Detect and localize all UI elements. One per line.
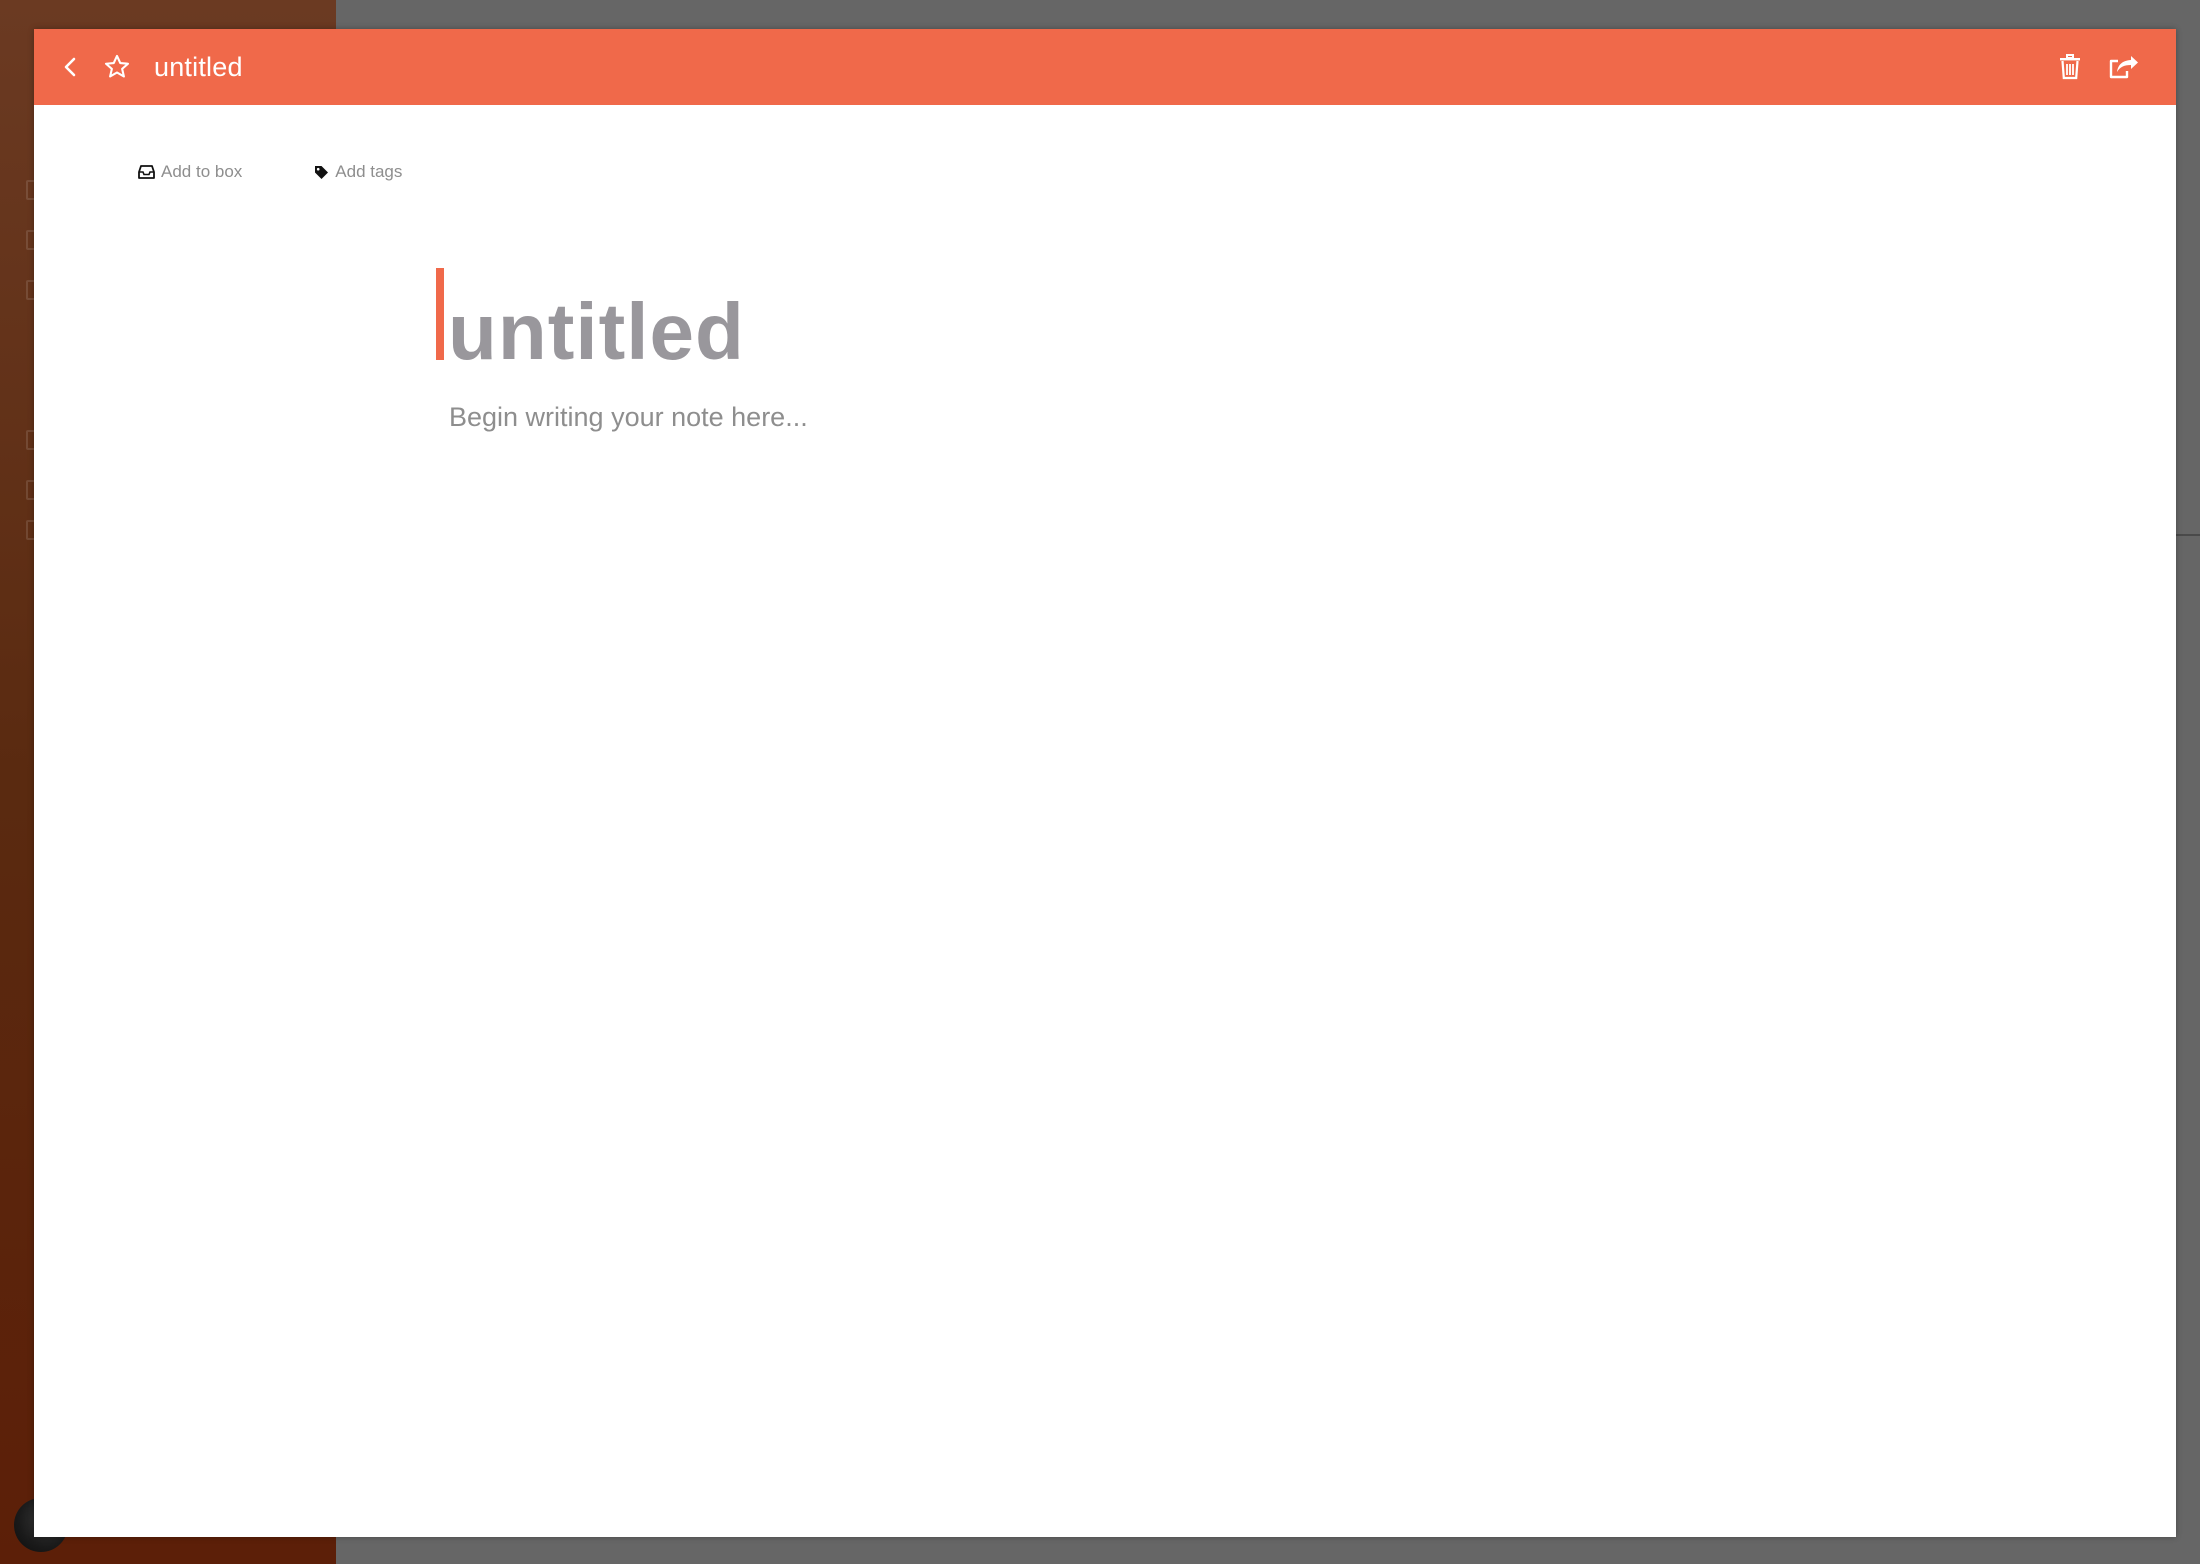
share-button[interactable]	[2100, 29, 2148, 105]
trash-icon	[2060, 54, 2080, 80]
note-body-input[interactable]: Begin writing your note here...	[449, 404, 808, 431]
editor-topbar: untitled	[34, 29, 2176, 105]
text-cursor	[436, 268, 444, 360]
tag-icon	[315, 165, 329, 179]
add-to-box-label: Add to box	[161, 162, 243, 181]
delete-button[interactable]	[2050, 29, 2090, 105]
inbox-icon	[138, 165, 155, 179]
favorite-button[interactable]	[94, 29, 140, 105]
topbar-title: untitled	[154, 52, 243, 82]
add-tags-button[interactable]: Add tags	[314, 162, 402, 182]
chevron-left-icon	[64, 57, 76, 77]
note-meta-row: Add to box Add tags	[104, 157, 402, 187]
note-title-input[interactable]: untitled	[448, 292, 745, 372]
add-to-box-button[interactable]: Add to box	[138, 162, 242, 182]
note-editor: untitled Add to box Add tags	[34, 29, 2176, 1537]
back-button[interactable]	[50, 29, 90, 105]
star-outline-icon	[104, 54, 130, 78]
share-icon	[2109, 56, 2138, 79]
add-tags-label: Add tags	[335, 162, 403, 181]
background-divider	[2176, 534, 2200, 536]
